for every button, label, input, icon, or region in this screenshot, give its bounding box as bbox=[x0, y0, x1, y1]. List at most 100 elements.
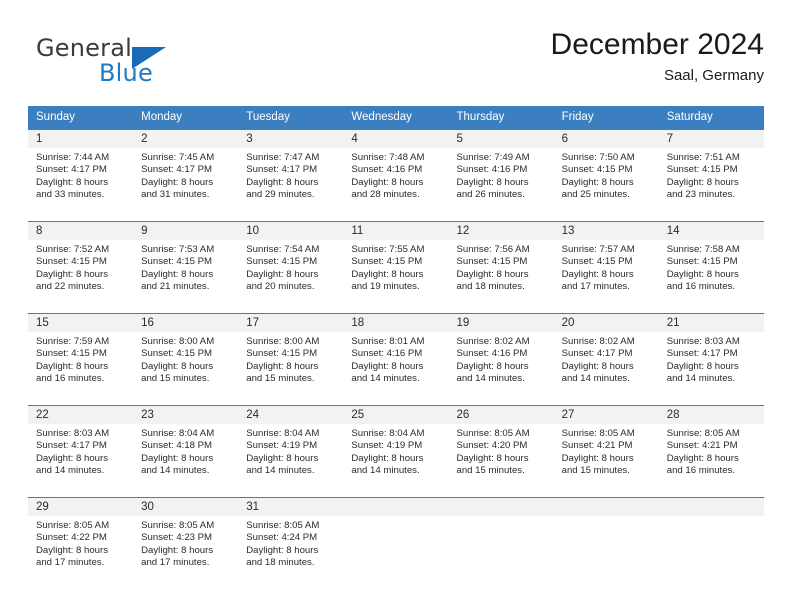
sunset-text: Sunset: 4:15 PM bbox=[36, 256, 107, 268]
day-details: Sunrise: 8:00 AM Sunset: 4:15 PM Daylight:… bbox=[238, 332, 343, 386]
day-cell[interactable]: 21 Sunrise: 8:03 AM Sunset: 4:17 PM Dayligh… bbox=[658, 314, 764, 405]
day-cell[interactable]: 20 Sunrise: 8:02 AM Sunset: 4:17 PM Dayligh… bbox=[553, 314, 659, 405]
day-number: 24 bbox=[238, 406, 344, 424]
daylight-line1-text: Daylight: 8 hours bbox=[666, 452, 739, 464]
day-cell[interactable]: 17 Sunrise: 8:00 AM Sunset: 4:15 PM Dayligh… bbox=[238, 314, 344, 405]
day-cell[interactable]: 12 Sunrise: 7:56 AM Sunset: 4:15 PM Dayligh… bbox=[448, 222, 554, 313]
day-number: 6 bbox=[553, 130, 659, 148]
day-number: 14 bbox=[658, 222, 764, 240]
sunset-text: Sunset: 4:24 PM bbox=[246, 532, 318, 544]
day-cell[interactable]: 8 Sunrise: 7:52 AM Sunset: 4:15 PM Daylight… bbox=[28, 222, 134, 313]
day-cell[interactable]: 24 Sunrise: 8:04 AM Sunset: 4:19 PM Dayligh… bbox=[238, 406, 344, 497]
day-details: Sunrise: 7:48 AM Sunset: 4:16 PM Daylight:… bbox=[343, 148, 448, 202]
daylight-line2-text: and 14 minutes. bbox=[246, 465, 315, 477]
sunrise-text: Sunrise: 8:04 AM bbox=[141, 428, 215, 439]
sunrise-text: Sunrise: 7:52 AM bbox=[36, 244, 110, 255]
daylight-line2-text: and 14 minutes. bbox=[351, 373, 420, 385]
day-cell[interactable]: 18 Sunrise: 8:01 AM Sunset: 4:16 PM Dayligh… bbox=[343, 314, 449, 405]
day-cell[interactable]: 1 Sunrise: 7:44 AM Sunset: 4:17 PM Daylight… bbox=[28, 130, 134, 221]
day-number: 17 bbox=[238, 314, 344, 332]
day-details bbox=[659, 516, 764, 520]
daylight-line2-text: and 17 minutes. bbox=[561, 281, 630, 293]
daylight-line1-text: Daylight: 8 hours bbox=[561, 176, 634, 188]
day-cell[interactable]: 16 Sunrise: 8:00 AM Sunset: 4:15 PM Dayligh… bbox=[133, 314, 239, 405]
day-details: Sunrise: 7:56 AM Sunset: 4:15 PM Daylight:… bbox=[449, 240, 554, 294]
daylight-line2-text: and 15 minutes. bbox=[141, 373, 210, 385]
day-cell[interactable]: 25 Sunrise: 8:04 AM Sunset: 4:19 PM Dayligh… bbox=[343, 406, 449, 497]
day-cell[interactable]: 2 Sunrise: 7:45 AM Sunset: 4:17 PM Daylight… bbox=[133, 130, 239, 221]
sunset-text: Sunset: 4:19 PM bbox=[351, 440, 423, 452]
day-details: Sunrise: 7:49 AM Sunset: 4:16 PM Daylight:… bbox=[449, 148, 554, 202]
day-cell[interactable]: 15 Sunrise: 7:59 AM Sunset: 4:15 PM Dayligh… bbox=[28, 314, 134, 405]
sunset-text: Sunset: 4:16 PM bbox=[456, 164, 528, 176]
day-cell[interactable]: 30 Sunrise: 8:05 AM Sunset: 4:23 PM Dayligh… bbox=[133, 498, 239, 589]
sunrise-text: Sunrise: 8:02 AM bbox=[561, 336, 635, 347]
day-cell[interactable]: 6 Sunrise: 7:50 AM Sunset: 4:15 PM Daylight… bbox=[553, 130, 659, 221]
day-cell[interactable]: 29 Sunrise: 8:05 AM Sunset: 4:22 PM Dayligh… bbox=[28, 498, 134, 589]
day-cell[interactable]: 5 Sunrise: 7:49 AM Sunset: 4:16 PM Daylight… bbox=[448, 130, 554, 221]
day-number: 16 bbox=[133, 314, 239, 332]
day-number: 15 bbox=[28, 314, 134, 332]
day-number: 11 bbox=[343, 222, 449, 240]
daylight-line2-text: and 26 minutes. bbox=[456, 189, 525, 201]
page-title: December 2024 bbox=[550, 28, 764, 61]
daylight-line1-text: Daylight: 8 hours bbox=[141, 544, 214, 556]
sunrise-text: Sunrise: 8:05 AM bbox=[246, 520, 320, 531]
day-cell[interactable]: 19 Sunrise: 8:02 AM Sunset: 4:16 PM Dayligh… bbox=[448, 314, 554, 405]
daylight-line2-text: and 14 minutes. bbox=[141, 465, 210, 477]
calendar-page: General Blue December 2024 Saal, Germany… bbox=[0, 0, 792, 612]
sunrise-text: Sunrise: 8:05 AM bbox=[456, 428, 530, 439]
day-cell[interactable]: 11 Sunrise: 7:55 AM Sunset: 4:15 PM Dayligh… bbox=[343, 222, 449, 313]
day-cell[interactable]: 7 Sunrise: 7:51 AM Sunset: 4:15 PM Daylight… bbox=[658, 130, 764, 221]
day-cell[interactable]: 22 Sunrise: 8:03 AM Sunset: 4:17 PM Dayligh… bbox=[28, 406, 134, 497]
sunrise-text: Sunrise: 8:01 AM bbox=[351, 336, 425, 347]
weekday-header-row: Sunday Monday Tuesday Wednesday Thursday Frid… bbox=[28, 106, 764, 129]
day-details: Sunrise: 8:05 AM Sunset: 4:21 PM Daylight:… bbox=[659, 424, 764, 478]
day-details bbox=[343, 516, 448, 520]
day-number: 5 bbox=[448, 130, 554, 148]
weekday-header-sunday: Sunday bbox=[36, 111, 76, 123]
daylight-line1-text: Daylight: 8 hours bbox=[36, 544, 108, 556]
day-cell[interactable]: 14 Sunrise: 7:58 AM Sunset: 4:15 PM Dayligh… bbox=[658, 222, 764, 313]
day-details: Sunrise: 8:05 AM Sunset: 4:21 PM Daylight:… bbox=[554, 424, 659, 478]
day-number: 4 bbox=[343, 130, 449, 148]
day-number: 26 bbox=[448, 406, 554, 424]
daylight-line2-text: and 23 minutes. bbox=[666, 189, 736, 201]
sunset-text: Sunset: 4:20 PM bbox=[456, 440, 528, 452]
sunrise-text: Sunrise: 7:58 AM bbox=[666, 244, 740, 255]
day-number: 31 bbox=[238, 498, 344, 516]
day-number: 8 bbox=[28, 222, 134, 240]
day-cell[interactable]: 26 Sunrise: 8:05 AM Sunset: 4:20 PM Dayligh… bbox=[448, 406, 554, 497]
daylight-line1-text: Daylight: 8 hours bbox=[36, 452, 108, 464]
daylight-line1-text: Daylight: 8 hours bbox=[456, 452, 529, 464]
day-cell[interactable]: 31 Sunrise: 8:05 AM Sunset: 4:24 PM Dayligh… bbox=[238, 498, 344, 589]
daylight-line1-text: Daylight: 8 hours bbox=[246, 176, 319, 188]
day-cell[interactable]: 13 Sunrise: 7:57 AM Sunset: 4:15 PM Dayligh… bbox=[553, 222, 659, 313]
day-number: 12 bbox=[448, 222, 554, 240]
daylight-line2-text: and 22 minutes. bbox=[36, 281, 105, 293]
day-cell[interactable]: 28 Sunrise: 8:05 AM Sunset: 4:21 PM Dayligh… bbox=[658, 406, 764, 497]
general-blue-logo[interactable]: General Blue bbox=[36, 34, 256, 90]
day-cell[interactable]: 3 Sunrise: 7:47 AM Sunset: 4:17 PM Daylight… bbox=[238, 130, 344, 221]
daylight-line1-text: Daylight: 8 hours bbox=[246, 360, 319, 372]
day-cell[interactable]: 4 Sunrise: 7:48 AM Sunset: 4:16 PM Daylight… bbox=[343, 130, 449, 221]
sunset-text: Sunset: 4:15 PM bbox=[456, 256, 528, 268]
day-cell[interactable]: 9 Sunrise: 7:53 AM Sunset: 4:15 PM Daylight… bbox=[133, 222, 239, 313]
sunset-text: Sunset: 4:15 PM bbox=[561, 164, 633, 176]
day-details: Sunrise: 8:00 AM Sunset: 4:15 PM Daylight:… bbox=[133, 332, 238, 386]
day-number: 27 bbox=[553, 406, 659, 424]
day-number: 30 bbox=[133, 498, 239, 516]
daylight-line1-text: Daylight: 8 hours bbox=[351, 360, 424, 372]
sunrise-text: Sunrise: 7:55 AM bbox=[351, 244, 425, 255]
day-cell[interactable]: 23 Sunrise: 8:04 AM Sunset: 4:18 PM Dayligh… bbox=[133, 406, 239, 497]
sunset-text: Sunset: 4:22 PM bbox=[36, 532, 107, 544]
weekday-header-monday: Monday bbox=[141, 111, 183, 123]
daylight-line1-text: Daylight: 8 hours bbox=[561, 360, 634, 372]
day-details: Sunrise: 7:54 AM Sunset: 4:15 PM Daylight:… bbox=[238, 240, 343, 294]
calendar-grid: Sunday Monday Tuesday Wednesday Thursday Frid… bbox=[28, 106, 764, 589]
day-cell[interactable]: 10 Sunrise: 7:54 AM Sunset: 4:15 PM Dayligh… bbox=[238, 222, 344, 313]
sunrise-text: Sunrise: 7:59 AM bbox=[36, 336, 110, 347]
day-cell[interactable]: 27 Sunrise: 8:05 AM Sunset: 4:21 PM Dayligh… bbox=[553, 406, 659, 497]
sunrise-text: Sunrise: 7:47 AM bbox=[246, 152, 320, 163]
day-details: Sunrise: 7:58 AM Sunset: 4:15 PM Daylight:… bbox=[659, 240, 764, 294]
